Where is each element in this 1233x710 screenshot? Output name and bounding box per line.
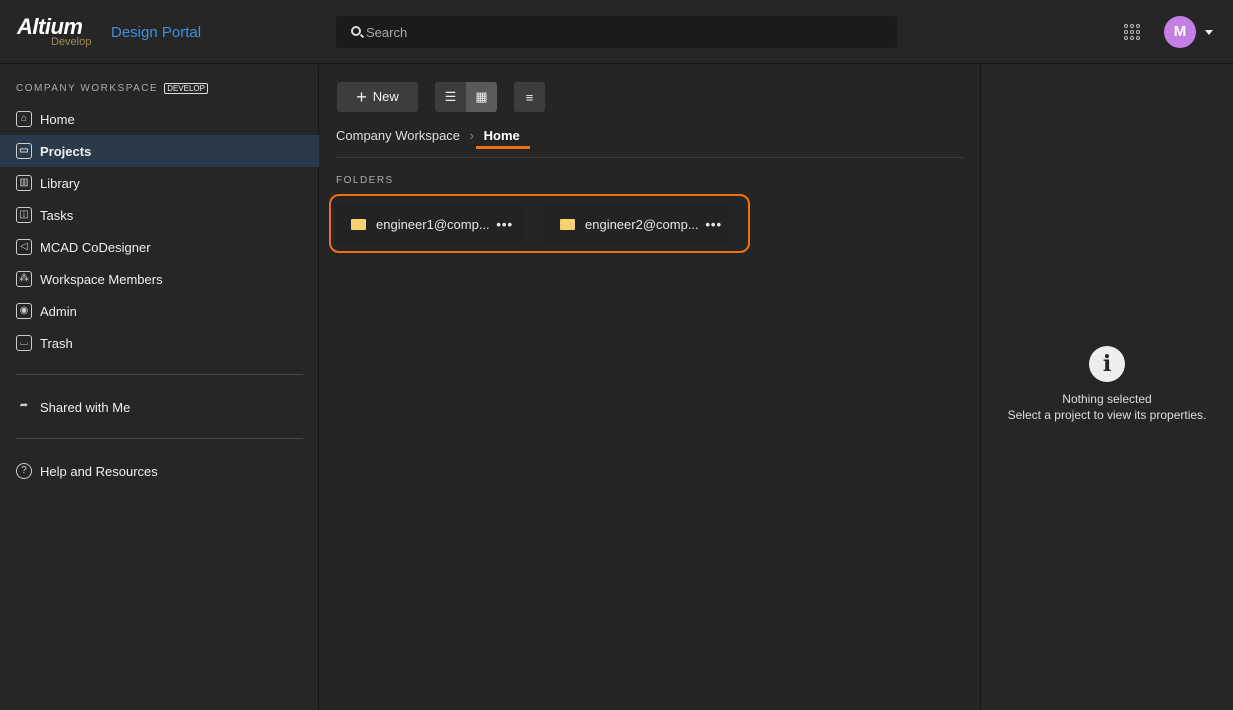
sidebar-item-home[interactable]: ⌂ Home xyxy=(0,103,319,135)
folder-name: engineer2@comp... xyxy=(585,216,699,232)
help-icon: ? xyxy=(16,463,32,479)
tasks-icon: ◫ xyxy=(16,207,32,223)
folder-icon: ▭ xyxy=(16,143,32,159)
avatar[interactable]: M xyxy=(1164,16,1196,48)
new-button[interactable]: + New xyxy=(337,82,418,112)
more-options-icon[interactable]: ••• xyxy=(496,217,513,232)
sidebar-item-label: Admin xyxy=(40,303,77,319)
chevron-right-icon: › xyxy=(469,128,475,143)
sidebar-item-label: Library xyxy=(40,175,80,191)
logo-subtitle: Develop xyxy=(51,36,92,48)
home-icon: ⌂ xyxy=(16,111,32,127)
grid-view-button[interactable]: ▦ xyxy=(466,82,497,112)
sidebar-item-label: Shared with Me xyxy=(40,399,131,415)
sidebar-item-shared[interactable]: ➦ Shared with Me xyxy=(0,391,319,423)
plus-icon: + xyxy=(356,86,367,107)
sidebar-item-label: Workspace Members xyxy=(40,271,163,287)
breadcrumb-current: Home xyxy=(483,128,520,143)
top-bar: Altium Develop Design Portal M xyxy=(0,0,1233,64)
sidebar-item-label: MCAD CoDesigner xyxy=(40,239,151,255)
details-title: Nothing selected xyxy=(1062,392,1152,406)
sidebar-item-label: Projects xyxy=(40,143,92,159)
sidebar-item-mcad[interactable]: ◁ MCAD CoDesigner xyxy=(0,231,319,263)
divider xyxy=(336,157,964,158)
details-panel: i Nothing selected Select a project to v… xyxy=(980,65,1233,710)
sidebar-item-admin[interactable]: ◉ Admin xyxy=(0,295,319,327)
sidebar-item-members[interactable]: ⁂ Workspace Members xyxy=(0,263,319,295)
sort-button[interactable]: ≡ xyxy=(514,82,545,112)
chevron-down-icon[interactable] xyxy=(1205,30,1213,39)
sidebar-item-label: Help and Resources xyxy=(40,463,158,479)
list-icon: ☰ xyxy=(444,89,457,104)
sidebar: COMPANY WORKSPACE DEVELOP ⌂ Home ▭ Projects… xyxy=(0,65,319,710)
mcad-icon: ◁ xyxy=(16,239,32,255)
share-icon: ➦ xyxy=(19,400,29,411)
folder-card[interactable]: engineer1@comp... ••• xyxy=(335,203,525,245)
main-content: + New ☰ ▦ ≡ Company Workspace › Home FOLD… xyxy=(320,65,979,710)
active-underline xyxy=(476,146,530,149)
sidebar-item-label: Home xyxy=(40,111,75,127)
breadcrumb: Company Workspace › Home xyxy=(336,128,520,143)
sidebar-item-tasks[interactable]: ◫ Tasks xyxy=(0,199,319,231)
folder-icon xyxy=(351,218,366,230)
develop-badge: DEVELOP xyxy=(164,83,208,94)
admin-icon: ◉ xyxy=(16,303,32,319)
list-view-button[interactable]: ☰ xyxy=(435,82,466,112)
sort-icon: ≡ xyxy=(525,89,534,105)
sidebar-item-trash[interactable]: ⌴ Trash xyxy=(0,327,319,359)
folder-icon xyxy=(560,218,575,230)
folder-name: engineer1@comp... xyxy=(376,216,490,232)
sidebar-item-library[interactable]: ▥ Library xyxy=(0,167,319,199)
new-label: New xyxy=(372,88,399,104)
search-input[interactable] xyxy=(366,16,886,48)
divider xyxy=(16,374,303,375)
folder-card[interactable]: engineer2@comp... ••• xyxy=(544,203,734,245)
members-icon: ⁂ xyxy=(16,271,32,287)
search-box[interactable] xyxy=(336,16,897,48)
sidebar-item-label: Trash xyxy=(40,335,73,351)
sidebar-item-projects[interactable]: ▭ Projects xyxy=(0,135,319,167)
sidebar-item-help[interactable]: ? Help and Resources xyxy=(0,455,319,487)
workspace-label: COMPANY WORKSPACE DEVELOP xyxy=(16,83,208,94)
breadcrumb-root[interactable]: Company Workspace xyxy=(336,128,460,143)
trash-icon: ⌴ xyxy=(16,335,32,351)
library-icon: ▥ xyxy=(16,175,32,191)
workspace-name: COMPANY WORKSPACE xyxy=(16,83,159,94)
info-icon: i xyxy=(1089,346,1125,382)
folders-heading: FOLDERS xyxy=(336,175,394,186)
search-icon xyxy=(351,26,361,36)
portal-title[interactable]: Design Portal xyxy=(111,24,201,41)
sidebar-item-label: Tasks xyxy=(40,207,74,223)
apps-grid-icon[interactable] xyxy=(1124,24,1140,40)
divider xyxy=(16,438,303,439)
details-hint: Select a project to view its properties. xyxy=(1007,408,1207,422)
more-options-icon[interactable]: ••• xyxy=(705,217,722,232)
grid-icon: ▦ xyxy=(475,89,488,104)
